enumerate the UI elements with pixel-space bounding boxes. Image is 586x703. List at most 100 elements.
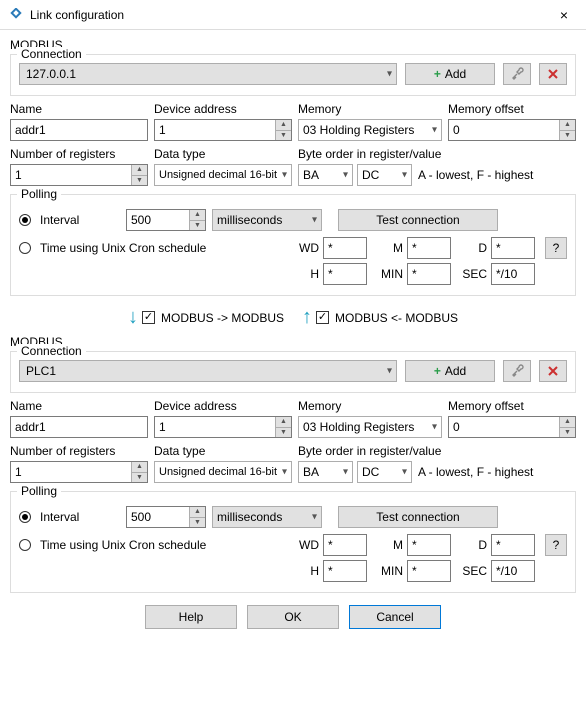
cron-help-button-lower[interactable]: ?	[545, 534, 567, 556]
settings-button-upper[interactable]	[503, 63, 531, 85]
interval-unit-select-lower[interactable]: milliseconds▾	[212, 506, 322, 528]
memory-offset-label: Memory offset	[448, 399, 576, 413]
memory-offset-input-lower[interactable]: 0▲▼	[448, 416, 576, 438]
connection-select-upper[interactable]: 127.0.0.1 ▾	[19, 63, 397, 85]
delete-button-upper[interactable]	[539, 63, 567, 85]
app-icon	[8, 7, 24, 23]
chevron-down-icon: ▾	[312, 512, 317, 523]
memory-select-upper[interactable]: 03 Holding Registers▾	[298, 119, 442, 141]
numreg-input-upper[interactable]: 1▲▼	[10, 164, 148, 186]
byte-order-ba-lower[interactable]: BA▾	[298, 461, 353, 483]
numreg-label: Number of registers	[10, 444, 148, 458]
spinner-buttons[interactable]: ▲▼	[559, 120, 575, 140]
cron-min-label: MIN	[377, 267, 403, 281]
direction-bwd-label: MODBUS <- MODBUS	[335, 311, 458, 325]
byte-order-label: Byte order in register/value	[298, 147, 576, 161]
cron-min-input-lower[interactable]: *	[407, 560, 451, 582]
cron-min-label: MIN	[377, 564, 403, 578]
memory-offset-input-upper[interactable]: 0▲▼	[448, 119, 576, 141]
cron-label: Time using Unix Cron schedule	[40, 241, 220, 255]
memory-select-lower[interactable]: 03 Holding Registers▾	[298, 416, 442, 438]
cron-m-input-lower[interactable]: *	[407, 534, 451, 556]
arrow-down-icon: ↓	[128, 306, 138, 329]
cron-d-input-lower[interactable]: *	[491, 534, 535, 556]
direction-fwd-label: MODBUS -> MODBUS	[161, 311, 284, 325]
data-type-select-lower[interactable]: Unsigned decimal 16-bit▾	[154, 461, 292, 483]
test-connection-button-lower[interactable]: Test connection	[338, 506, 498, 528]
chevron-down-icon: ▾	[402, 170, 407, 181]
close-button[interactable]: ×	[542, 0, 586, 30]
memory-offset-label: Memory offset	[448, 102, 576, 116]
cron-label: Time using Unix Cron schedule	[40, 538, 220, 552]
byte-order-hint: A - lowest, F - highest	[418, 465, 533, 479]
cron-wd-input-lower[interactable]: *	[323, 534, 367, 556]
cron-m-label: M	[377, 538, 403, 552]
interval-radio-lower[interactable]	[19, 511, 31, 523]
spinner-buttons[interactable]: ▲▼	[131, 165, 147, 185]
window-title: Link configuration	[30, 8, 542, 22]
cancel-button[interactable]: Cancel	[349, 605, 441, 629]
x-icon	[547, 68, 559, 80]
cron-sec-label: SEC	[461, 564, 487, 578]
data-type-select-upper[interactable]: Unsigned decimal 16-bit▾	[154, 164, 292, 186]
help-button[interactable]: Help	[145, 605, 237, 629]
polling-legend: Polling	[17, 187, 61, 201]
modbus-lower-label: MODBUS	[10, 335, 576, 349]
cron-help-button-upper[interactable]: ?	[545, 237, 567, 259]
cron-min-input-upper[interactable]: *	[407, 263, 451, 285]
connection-upper-fieldset: Connection 127.0.0.1 ▾ + Add	[10, 54, 576, 96]
cron-radio-upper[interactable]	[19, 242, 31, 254]
memory-label: Memory	[298, 102, 442, 116]
interval-input-upper[interactable]: 500▲▼	[126, 209, 206, 231]
interval-input-lower[interactable]: 500▲▼	[126, 506, 206, 528]
plus-icon: +	[434, 364, 441, 378]
device-address-input-upper[interactable]: 1▲▼	[154, 119, 292, 141]
cron-m-input-upper[interactable]: *	[407, 237, 451, 259]
test-connection-button-upper[interactable]: Test connection	[338, 209, 498, 231]
interval-unit-select-upper[interactable]: milliseconds▾	[212, 209, 322, 231]
device-address-input-lower[interactable]: 1▲▼	[154, 416, 292, 438]
cron-h-input-upper[interactable]: *	[323, 263, 367, 285]
direction-fwd-checkbox[interactable]	[142, 311, 155, 324]
byte-order-ba-upper[interactable]: BA▾	[298, 164, 353, 186]
cron-d-label: D	[461, 538, 487, 552]
cron-radio-lower[interactable]	[19, 539, 31, 551]
direction-bwd-checkbox[interactable]	[316, 311, 329, 324]
arrow-up-icon: ↑	[302, 306, 312, 329]
cron-m-label: M	[377, 241, 403, 255]
spinner-buttons[interactable]: ▲▼	[131, 462, 147, 482]
cron-d-input-upper[interactable]: *	[491, 237, 535, 259]
spinner-buttons[interactable]: ▲▼	[189, 210, 205, 230]
chevron-down-icon: ▾	[432, 422, 437, 433]
add-button-upper[interactable]: + Add	[405, 63, 495, 85]
interval-radio-upper[interactable]	[19, 214, 31, 226]
spinner-buttons[interactable]: ▲▼	[275, 120, 291, 140]
spinner-buttons[interactable]: ▲▼	[559, 417, 575, 437]
numreg-input-lower[interactable]: 1▲▼	[10, 461, 148, 483]
x-icon	[547, 365, 559, 377]
spinner-buttons[interactable]: ▲▼	[275, 417, 291, 437]
name-input-upper[interactable]: addr1	[10, 119, 148, 141]
titlebar: Link configuration ×	[0, 0, 586, 30]
cron-d-label: D	[461, 241, 487, 255]
chevron-down-icon: ▾	[387, 69, 392, 80]
chevron-down-icon: ▾	[387, 366, 392, 377]
data-type-label: Data type	[154, 147, 292, 161]
name-input-lower[interactable]: addr1	[10, 416, 148, 438]
connection-lower-fieldset: Connection PLC1 ▾ + Add	[10, 351, 576, 393]
modbus-upper-label: MODBUS	[10, 38, 576, 52]
delete-button-lower[interactable]	[539, 360, 567, 382]
wrench-icon	[510, 67, 524, 81]
interval-label: Interval	[40, 213, 120, 227]
add-button-lower[interactable]: + Add	[405, 360, 495, 382]
connection-select-lower[interactable]: PLC1 ▾	[19, 360, 397, 382]
byte-order-dc-upper[interactable]: DC▾	[357, 164, 412, 186]
cron-sec-input-upper[interactable]: */10	[491, 263, 535, 285]
cron-h-input-lower[interactable]: *	[323, 560, 367, 582]
cron-wd-input-upper[interactable]: *	[323, 237, 367, 259]
ok-button[interactable]: OK	[247, 605, 339, 629]
byte-order-dc-lower[interactable]: DC▾	[357, 461, 412, 483]
spinner-buttons[interactable]: ▲▼	[189, 507, 205, 527]
cron-sec-input-lower[interactable]: */10	[491, 560, 535, 582]
settings-button-lower[interactable]	[503, 360, 531, 382]
